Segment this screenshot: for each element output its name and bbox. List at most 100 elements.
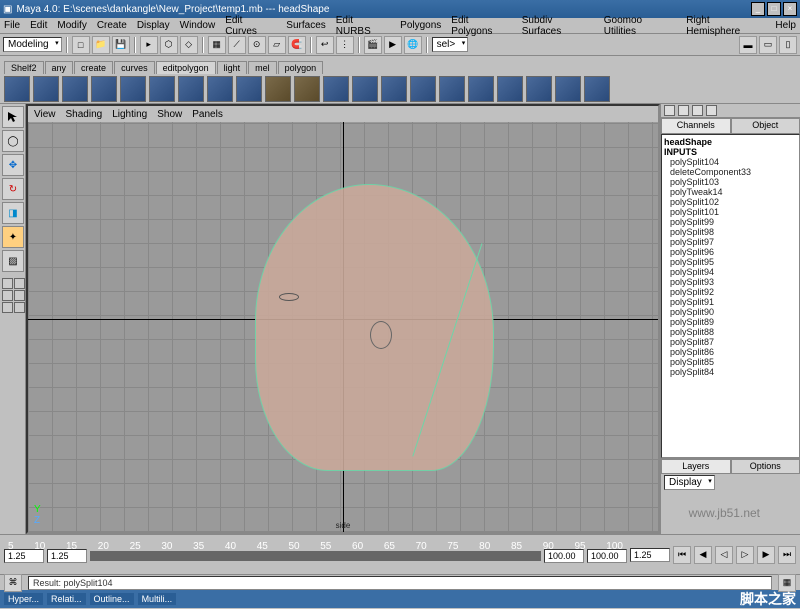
tab-channels[interactable]: Channels	[661, 118, 731, 134]
shelf-button[interactable]	[4, 76, 30, 102]
input-node[interactable]: polySplit87	[664, 337, 797, 347]
input-node[interactable]: polySplit99	[664, 217, 797, 227]
play-back-button[interactable]: ◁	[715, 546, 733, 564]
menu-goomoo[interactable]: Goomoo Utilities	[604, 15, 677, 37]
layout-button-1[interactable]: ▬	[739, 36, 757, 54]
input-node[interactable]: polySplit96	[664, 247, 797, 257]
close-button[interactable]: ×	[783, 2, 797, 16]
layers-display-dropdown[interactable]: Display	[664, 475, 715, 490]
input-node[interactable]: polySplit98	[664, 227, 797, 237]
move-tool[interactable]: ✥	[2, 154, 24, 176]
layout-button-3[interactable]: ▯	[779, 36, 797, 54]
menu-create[interactable]: Create	[97, 20, 127, 31]
shelf-button[interactable]	[236, 76, 262, 102]
menu-edit[interactable]: Edit	[30, 20, 47, 31]
rotate-tool[interactable]: ↻	[2, 178, 24, 200]
shelf-button[interactable]	[410, 76, 436, 102]
shelf-tab-create[interactable]: create	[74, 61, 113, 74]
snap-plane-button[interactable]: ▱	[268, 36, 286, 54]
head-mesh[interactable]	[255, 184, 494, 471]
layout-two-v[interactable]	[14, 290, 25, 301]
render-globals-button[interactable]: 🌐	[404, 36, 422, 54]
input-node[interactable]: polySplit97	[664, 237, 797, 247]
shelf-tab-shelf2[interactable]: Shelf2	[4, 61, 44, 74]
shelf-button[interactable]	[526, 76, 552, 102]
footer-tab-multili[interactable]: Multili...	[138, 593, 177, 605]
menu-righthemisphere[interactable]: Right Hemisphere	[686, 15, 765, 37]
shelf-button[interactable]	[265, 76, 291, 102]
maximize-button[interactable]: □	[767, 2, 781, 16]
input-node[interactable]: polySplit102	[664, 197, 797, 207]
shelf-button[interactable]	[149, 76, 175, 102]
input-node[interactable]: polySplit84	[664, 367, 797, 377]
play-forward-button[interactable]: ▷	[736, 546, 754, 564]
menu-help[interactable]: Help	[775, 20, 796, 31]
make-live-button[interactable]: 🧲	[288, 36, 306, 54]
vp-menu-lighting[interactable]: Lighting	[112, 109, 147, 120]
input-node[interactable]: polySplit94	[664, 267, 797, 277]
input-node[interactable]: polySplit86	[664, 347, 797, 357]
shelf-button[interactable]	[294, 76, 320, 102]
menu-editnurbs[interactable]: Edit NURBS	[336, 15, 390, 37]
shelf-tab-polygon[interactable]: polygon	[278, 61, 324, 74]
vp-menu-panels[interactable]: Panels	[192, 109, 223, 120]
shelf-button[interactable]	[178, 76, 204, 102]
snap-point-button[interactable]: ⊙	[248, 36, 266, 54]
menu-polygons[interactable]: Polygons	[400, 20, 441, 31]
shelf-tab-light[interactable]: light	[217, 61, 248, 74]
footer-tab-outline[interactable]: Outline...	[90, 593, 134, 605]
vp-menu-shading[interactable]: Shading	[66, 109, 103, 120]
shelf-button[interactable]	[381, 76, 407, 102]
node-name[interactable]: headShape	[664, 137, 797, 147]
module-dropdown[interactable]: Modeling	[3, 37, 62, 52]
input-operations-button[interactable]: ↩	[316, 36, 334, 54]
layout-button-2[interactable]: ▭	[759, 36, 777, 54]
save-scene-button[interactable]: 💾	[112, 36, 130, 54]
step-forward-button[interactable]: ▶	[757, 546, 775, 564]
tab-layers[interactable]: Layers	[661, 459, 731, 474]
channelbox-icon[interactable]	[692, 105, 703, 116]
fast-forward-button[interactable]: ⏭	[778, 546, 796, 564]
menu-window[interactable]: Window	[180, 20, 216, 31]
select-tool[interactable]	[2, 106, 24, 128]
vp-menu-view[interactable]: View	[34, 109, 56, 120]
quick-select-field[interactable]: sel>	[432, 37, 469, 52]
input-node[interactable]: polySplit95	[664, 257, 797, 267]
menu-subdiv[interactable]: Subdiv Surfaces	[522, 15, 594, 37]
channelbox-icon[interactable]	[706, 105, 717, 116]
input-node[interactable]: polySplit101	[664, 207, 797, 217]
input-node[interactable]: polySplit85	[664, 357, 797, 367]
menu-editpolygons[interactable]: Edit Polygons	[451, 15, 511, 37]
layout-two-h[interactable]	[2, 290, 13, 301]
open-scene-button[interactable]: 📁	[92, 36, 110, 54]
current-time-field[interactable]: 1.25	[630, 548, 670, 562]
layout-single[interactable]	[2, 278, 13, 289]
range-slider[interactable]	[90, 551, 541, 561]
script-editor-button[interactable]: ⌘	[4, 574, 22, 592]
select-by-hierarchy-button[interactable]: ⬡	[160, 36, 178, 54]
input-node[interactable]: polySplit93	[664, 277, 797, 287]
vp-menu-show[interactable]: Show	[157, 109, 182, 120]
shelf-button[interactable]	[468, 76, 494, 102]
snap-curve-button[interactable]: ⟋	[228, 36, 246, 54]
tab-object[interactable]: Object	[731, 118, 800, 134]
snap-grid-button[interactable]: ▦	[208, 36, 226, 54]
menu-surfaces[interactable]: Surfaces	[286, 20, 325, 31]
menu-file[interactable]: File	[4, 20, 20, 31]
show-manipulator-tool[interactable]: ✦	[2, 226, 24, 248]
input-node[interactable]: polySplit89	[664, 317, 797, 327]
step-back-button[interactable]: ◀	[694, 546, 712, 564]
menu-modify[interactable]: Modify	[57, 20, 86, 31]
input-node[interactable]: polySplit91	[664, 297, 797, 307]
channelbox-icon[interactable]	[678, 105, 689, 116]
select-by-component-button[interactable]: ◇	[180, 36, 198, 54]
new-scene-button[interactable]: □	[72, 36, 90, 54]
shelf-tab-any[interactable]: any	[45, 61, 74, 74]
shelf-button[interactable]	[352, 76, 378, 102]
input-node[interactable]: polySplit88	[664, 327, 797, 337]
last-tool[interactable]: ▨	[2, 250, 24, 272]
shelf-button[interactable]	[62, 76, 88, 102]
shelf-button[interactable]	[33, 76, 59, 102]
channelbox-icon[interactable]	[664, 105, 675, 116]
menu-display[interactable]: Display	[137, 20, 170, 31]
